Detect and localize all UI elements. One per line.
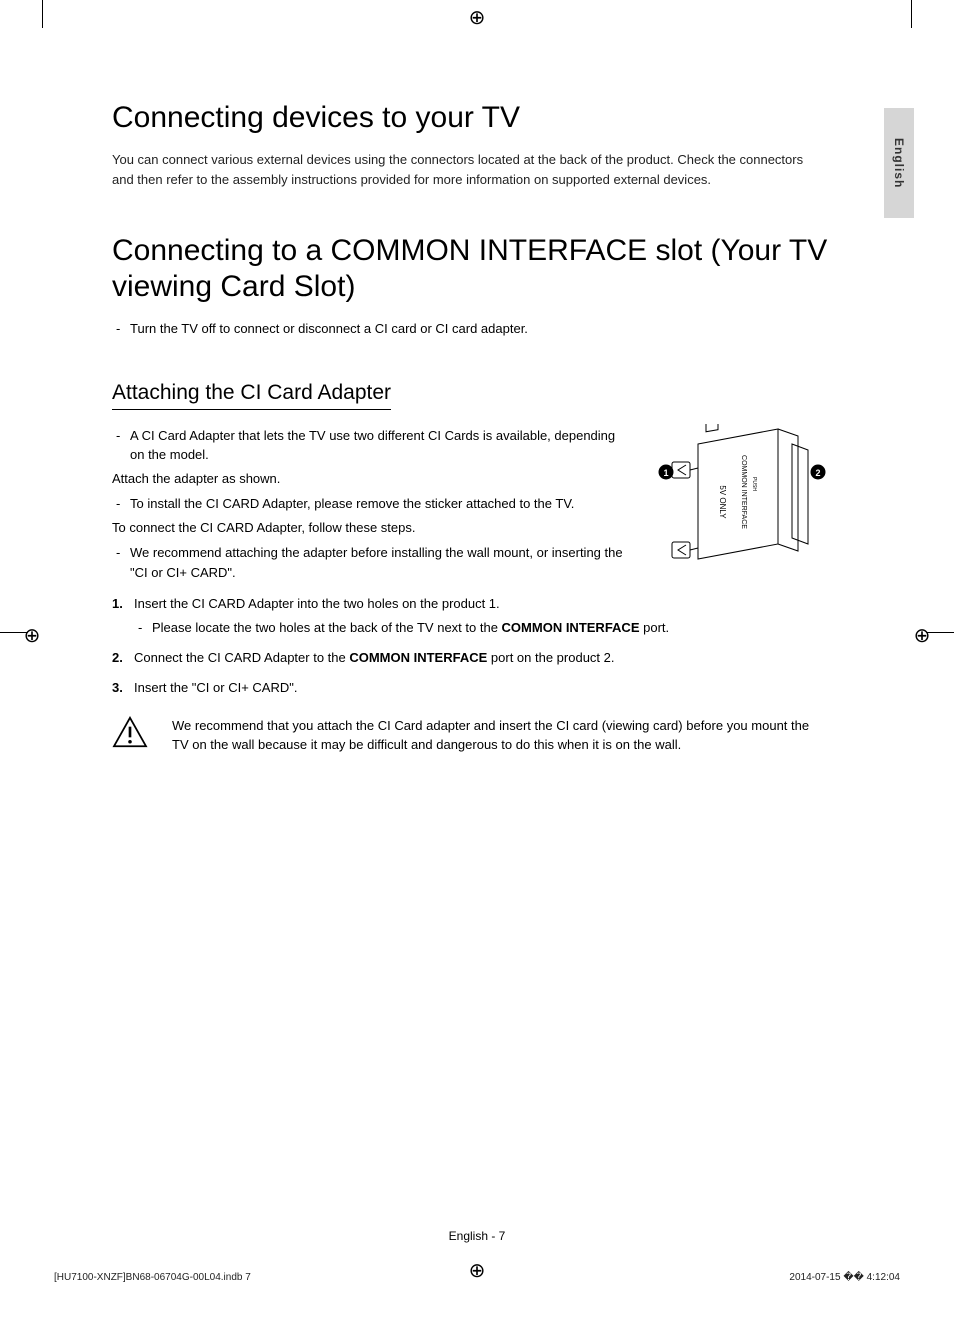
registration-mark-icon: ⊕ [912, 626, 932, 646]
print-footer: [HU7100-XNZF]BN68-06704G-00L04.indb 7 20… [54, 1272, 900, 1283]
step-sub-bullet: Please locate the two holes at the back … [134, 618, 842, 638]
language-tab: English [884, 108, 914, 218]
bullet-item: A CI Card Adapter that lets the TV use t… [112, 426, 632, 465]
intro-paragraph: You can connect various external devices… [112, 150, 812, 189]
crop-mark [911, 0, 912, 28]
diagram-label-5v: 5V ONLY [718, 485, 727, 519]
registration-mark-icon: ⊕ [467, 8, 487, 28]
ci-adapter-diagram: 1 2 5V ONLY PUSH COMMON INTERFACE [648, 424, 828, 574]
diagram-label-ci: COMMON INTERFACE [740, 455, 747, 529]
warning-icon [112, 716, 148, 748]
body-text: Attach the adapter as shown. [112, 469, 632, 489]
registration-mark-icon: ⊕ [22, 626, 42, 646]
step-item: Insert the CI CARD Adapter into the two … [112, 594, 842, 638]
bullet-item: We recommend attaching the adapter befor… [112, 543, 632, 582]
body-text: To connect the CI CARD Adapter, follow t… [112, 518, 632, 538]
diagram-label-push: PUSH [751, 477, 757, 491]
heading-connecting-devices: Connecting devices to your TV [112, 100, 842, 136]
diagram-marker-2: 2 [815, 468, 820, 478]
step-item: Connect the CI CARD Adapter to the COMMO… [112, 648, 842, 668]
diagram-marker-1: 1 [663, 468, 668, 478]
bullet-item: Turn the TV off to connect or disconnect… [112, 319, 842, 339]
step-text: Insert the CI CARD Adapter into the two … [134, 596, 500, 611]
print-filename: [HU7100-XNZF]BN68-06704G-00L04.indb 7 [54, 1272, 251, 1283]
step-item: Insert the "CI or CI+ CARD". [112, 678, 842, 698]
bullet-item: To install the CI CARD Adapter, please r… [112, 494, 632, 514]
page-number: English - 7 [0, 1229, 954, 1243]
crop-mark [42, 0, 43, 28]
print-timestamp: 2014-07-15 �� 4:12:04 [789, 1272, 900, 1283]
language-tab-label: English [892, 138, 906, 188]
warning-text: We recommend that you attach the CI Card… [172, 716, 812, 755]
page-content: Connecting devices to your TV You can co… [112, 100, 842, 755]
subheading-attaching-adapter: Attaching the CI Card Adapter [112, 381, 391, 410]
heading-common-interface: Connecting to a COMMON INTERFACE slot (Y… [112, 233, 842, 305]
